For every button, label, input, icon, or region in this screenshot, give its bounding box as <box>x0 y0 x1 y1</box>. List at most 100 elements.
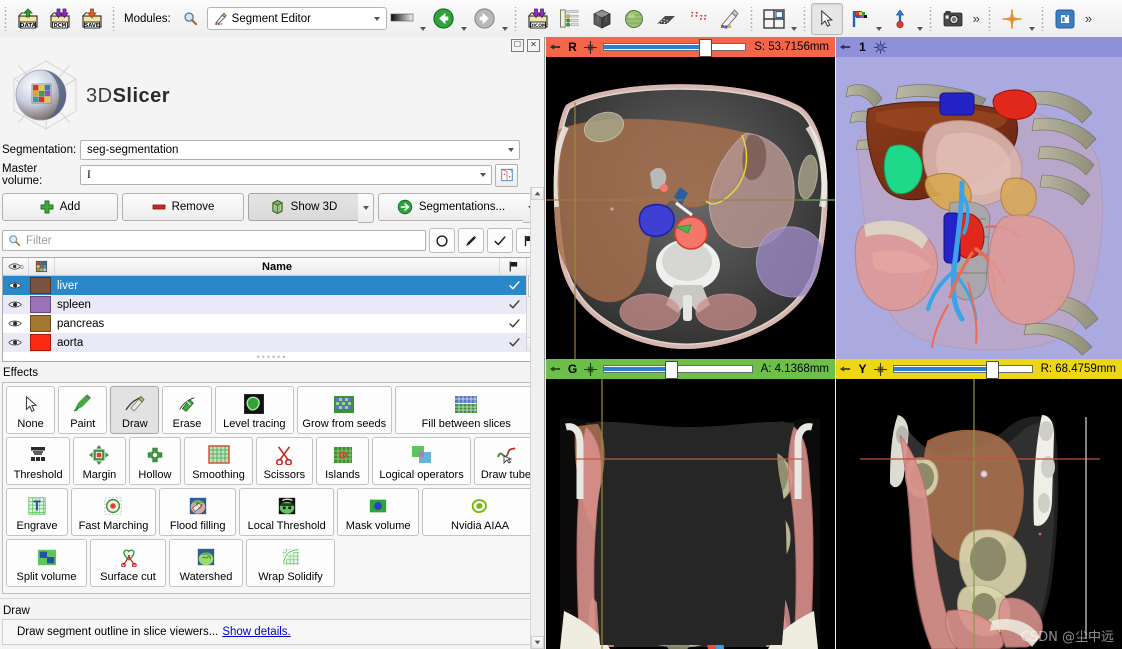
three-d-view-canvas[interactable] <box>836 57 1122 359</box>
panel-scroll-up-arrow[interactable] <box>531 187 544 200</box>
show-status-not-started-circle-icon[interactable] <box>429 228 455 253</box>
segment-status-check-icon[interactable] <box>501 298 527 311</box>
table-row[interactable]: aorta <box>3 333 541 352</box>
module-selector[interactable]: Segment Editor <box>207 7 387 30</box>
effect-button-split-volume[interactable]: Split volume <box>6 539 87 587</box>
layout-grid-icon[interactable] <box>758 3 790 35</box>
panel-close-icon[interactable]: ✕ <box>527 39 540 52</box>
effect-button-fill-between-slices[interactable]: Fill between slices <box>395 386 538 434</box>
forward-arrow-icon[interactable] <box>469 3 501 35</box>
effect-button-watershed[interactable]: Watershed <box>169 539 243 587</box>
modules-toolbar-grip[interactable] <box>111 7 117 31</box>
effect-button-smoothing[interactable]: Smoothing <box>184 437 253 485</box>
segment-name[interactable]: aorta <box>53 337 501 349</box>
segment-status-check-icon[interactable] <box>501 317 527 330</box>
effect-button-grow-from-seeds[interactable]: Grow from seeds <box>297 386 392 434</box>
segment-name[interactable]: spleen <box>53 299 501 311</box>
table-row[interactable]: spleen <box>3 295 541 314</box>
markups-icon[interactable] <box>650 3 682 35</box>
effect-button-wrap-solidify[interactable]: Wrap Solidify <box>246 539 335 587</box>
effect-button-threshold[interactable]: Threshold <box>6 437 70 485</box>
segment-name[interactable]: liver <box>53 280 501 292</box>
show-status-in-progress-pencil-icon[interactable] <box>458 228 484 253</box>
segment-color-swatch[interactable] <box>28 315 53 332</box>
place-marker-icon[interactable] <box>884 3 916 35</box>
header-color-table-icon[interactable] <box>29 258 55 275</box>
toolbar-overflow-1-double-chevron-icon[interactable]: » <box>969 12 984 25</box>
remove-segment-button[interactable]: Remove <box>122 193 244 221</box>
green-view-reticle-icon[interactable] <box>581 363 599 376</box>
segment-color-swatch[interactable] <box>28 334 53 351</box>
master-volume-chevron-down-icon[interactable] <box>476 173 490 177</box>
green-view-pin-icon[interactable] <box>546 364 564 374</box>
effect-button-paint[interactable]: Paint <box>58 386 107 434</box>
effect-button-draw-tube[interactable]: Draw tube <box>474 437 538 485</box>
modules-favorites-grip[interactable] <box>513 7 519 31</box>
mouse-mode-grip[interactable] <box>802 7 808 31</box>
red-view-pin-icon[interactable] <box>546 42 564 52</box>
yellow-view-reticle-icon[interactable] <box>871 363 889 376</box>
segment-visibility-eye-icon[interactable] <box>3 300 28 309</box>
add-segment-button[interactable]: Add <box>2 193 118 221</box>
effect-button-islands[interactable]: Islands <box>316 437 369 485</box>
load-data-button[interactable]: DATA <box>12 3 44 35</box>
extension-manager-icon[interactable] <box>1049 3 1081 35</box>
layout-toolbar-grip[interactable] <box>749 7 755 31</box>
show-status-completed-check-icon[interactable] <box>487 228 513 253</box>
effect-button-engrave[interactable]: Engrave <box>6 488 68 536</box>
capture-grip[interactable] <box>928 7 934 31</box>
color-dropdown-chevron-down-icon[interactable] <box>875 3 884 34</box>
segmentation-chevron-down-icon[interactable] <box>504 148 518 152</box>
header-status-flag-icon[interactable] <box>500 258 527 275</box>
red-slice-view[interactable]: R S: 53.7156mm <box>546 37 835 359</box>
three-d-view-settings-icon[interactable] <box>871 41 889 54</box>
save-data-button[interactable]: SAVE <box>76 3 108 35</box>
red-slice-slider[interactable] <box>599 37 750 57</box>
table-row[interactable]: pancreas <box>3 314 541 333</box>
header-name-label[interactable]: Name <box>55 258 500 275</box>
three-d-view[interactable]: 1 <box>836 37 1122 359</box>
panel-scrollbar[interactable] <box>530 187 544 649</box>
grayscale-dropdown-chevron-down-icon[interactable] <box>419 3 428 34</box>
effect-button-mask-volume[interactable]: Mask volume <box>337 488 419 536</box>
filter-input[interactable]: Filter <box>2 230 426 251</box>
panel-scroll-down-arrow[interactable] <box>531 636 544 649</box>
models-sphere-icon[interactable] <box>618 3 650 35</box>
effect-button-nvidia-aiaa[interactable]: Nvidia AIAA <box>422 488 538 536</box>
segment-status-check-icon[interactable] <box>501 279 527 292</box>
segment-table-resize-handle[interactable]: •••••• <box>3 352 541 361</box>
segment-color-swatch[interactable] <box>28 296 53 313</box>
effect-button-hollow[interactable]: Hollow <box>129 437 181 485</box>
effect-button-fast-marching[interactable]: Fast Marching <box>71 488 156 536</box>
volume-info-icon[interactable] <box>495 164 518 187</box>
forward-dropdown-chevron-down-icon[interactable] <box>501 3 510 34</box>
header-visibility-eye-icon[interactable] <box>3 258 29 275</box>
color-palette-icon[interactable] <box>843 3 875 35</box>
toolbar-grip[interactable] <box>3 7 9 31</box>
green-slice-view[interactable]: G A: 4.1368mm <box>546 359 835 649</box>
module-search-icon[interactable] <box>175 3 207 35</box>
crosshair-grip[interactable] <box>987 7 993 31</box>
show-3d-dropdown-chevron-down-icon[interactable] <box>358 193 374 223</box>
effect-button-draw[interactable]: Draw <box>110 386 159 434</box>
segmentations-button[interactable]: Segmentations... <box>378 193 523 221</box>
mouse-pointer-icon[interactable] <box>811 3 843 35</box>
crosshair-dropdown-chevron-down-icon[interactable] <box>1028 3 1037 34</box>
master-volume-selector[interactable]: I <box>80 165 492 185</box>
yellow-slice-view[interactable]: Y R: 68.4759mm <box>836 359 1122 649</box>
camera-icon[interactable] <box>937 3 969 35</box>
back-arrow-icon[interactable] <box>428 3 460 35</box>
panel-undock-icon[interactable]: ☐ <box>511 39 524 52</box>
place-marker-dropdown-chevron-down-icon[interactable] <box>916 3 925 34</box>
back-dropdown-chevron-down-icon[interactable] <box>460 3 469 34</box>
toolbar-overflow-2-double-chevron-icon[interactable]: » <box>1081 12 1096 25</box>
module-selector-chevron-down-icon[interactable] <box>370 17 384 21</box>
effect-button-margin[interactable]: Margin <box>73 437 125 485</box>
effect-button-logical-operators[interactable]: Logical operators <box>372 437 471 485</box>
green-view-canvas[interactable] <box>546 379 835 649</box>
crosshair-icon[interactable] <box>996 3 1028 35</box>
segment-color-swatch[interactable] <box>28 277 53 294</box>
effect-button-surface-cut[interactable]: Surface cut <box>90 539 166 587</box>
yellow-slice-slider[interactable] <box>889 359 1037 379</box>
extensions-grip[interactable] <box>1040 7 1046 31</box>
